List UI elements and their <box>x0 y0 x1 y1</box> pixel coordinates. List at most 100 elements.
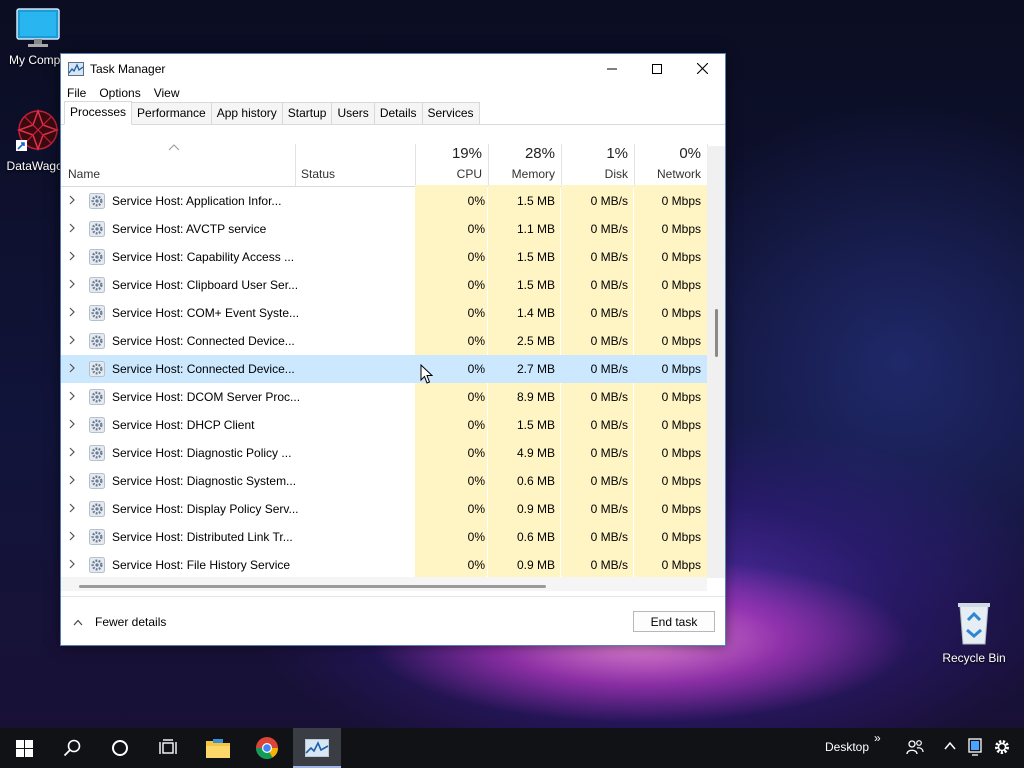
process-cpu: 0% <box>467 446 485 460</box>
menu-view[interactable]: View <box>154 86 180 100</box>
menu-options[interactable]: Options <box>99 86 140 100</box>
chevron-right-icon[interactable] <box>68 279 76 289</box>
menu-file[interactable]: File <box>67 86 86 100</box>
column-header-network[interactable]: 0% Network <box>634 144 707 186</box>
table-row[interactable]: Service Host: Capability Access ... 0% 1.5… <box>61 243 707 271</box>
tab-details[interactable]: Details <box>373 102 423 124</box>
toolbar-expand-chevron[interactable]: » <box>874 731 881 745</box>
process-name: Service Host: Connected Device... <box>112 334 295 348</box>
chevron-up-icon[interactable] <box>944 741 956 751</box>
task-manager-icon <box>305 739 329 757</box>
process-network: 0 Mbps <box>661 418 701 432</box>
process-network: 0 Mbps <box>661 446 701 460</box>
chevron-right-icon[interactable] <box>68 503 76 513</box>
service-gear-icon <box>89 501 105 517</box>
task-manager-taskbar-button[interactable] <box>293 728 341 768</box>
close-button[interactable] <box>679 54 725 83</box>
process-name: Service Host: Connected Device... <box>112 362 295 376</box>
tab-processes[interactable]: Processes <box>64 101 133 125</box>
column-header-memory[interactable]: 28% Memory <box>488 144 561 186</box>
tab-app-history[interactable]: App history <box>210 102 283 124</box>
process-disk: 0 MB/s <box>590 390 628 404</box>
start-button[interactable] <box>0 728 48 768</box>
column-label-network: Network <box>656 167 701 181</box>
task-view-button[interactable] <box>144 728 192 768</box>
process-memory: 0.9 MB <box>516 502 555 516</box>
table-row[interactable]: Service Host: Connected Device... 0% 2.5 M… <box>61 327 707 355</box>
process-disk: 0 MB/s <box>590 334 628 348</box>
horizontal-scrollbar-thumb[interactable] <box>79 585 546 588</box>
close-icon <box>696 63 708 74</box>
chevron-right-icon[interactable] <box>68 447 76 457</box>
tab-services[interactable]: Services <box>421 102 480 124</box>
tab-performance[interactable]: Performance <box>131 102 212 124</box>
chrome-button[interactable] <box>243 728 291 768</box>
chevron-right-icon[interactable] <box>68 559 76 569</box>
process-disk: 0 MB/s <box>590 306 628 320</box>
search-icon <box>63 739 81 757</box>
horizontal-scrollbar[interactable] <box>61 577 707 591</box>
tab-strip: Processes Performance App history Startu… <box>61 101 725 125</box>
minimize-button[interactable] <box>589 54 635 83</box>
table-row[interactable]: Service Host: Display Policy Serv... 0% 0.… <box>61 495 707 523</box>
vertical-scrollbar-thumb[interactable] <box>715 309 718 357</box>
chevron-right-icon[interactable] <box>68 419 76 429</box>
chevron-right-icon[interactable] <box>68 223 76 233</box>
title-bar[interactable]: Task Manager <box>61 54 725 83</box>
process-cpu: 0% <box>467 334 485 348</box>
column-header-name[interactable]: Name <box>61 144 295 186</box>
process-cpu: 0% <box>467 474 485 488</box>
chevron-right-icon[interactable] <box>68 475 76 485</box>
people-icon[interactable] <box>906 738 924 756</box>
desktop-icon-recycle-bin[interactable]: Recycle Bin <box>936 600 1012 665</box>
process-network: 0 Mbps <box>661 222 701 236</box>
table-row[interactable]: Service Host: Connected Device... 0% 2.7 M… <box>61 355 707 383</box>
file-explorer-button[interactable] <box>194 728 242 768</box>
cortana-button[interactable] <box>96 728 144 768</box>
column-header-disk[interactable]: 1% Disk <box>561 144 634 186</box>
process-memory: 1.1 MB <box>516 222 555 236</box>
chevron-right-icon[interactable] <box>68 335 76 345</box>
end-task-button[interactable]: End task <box>633 611 715 632</box>
table-row[interactable]: Service Host: File History Service 0% 0.9 … <box>61 551 707 577</box>
table-row[interactable]: Service Host: Diagnostic System... 0% 0.6 … <box>61 467 707 495</box>
column-label-memory: Memory <box>511 167 555 181</box>
search-button[interactable] <box>48 728 96 768</box>
table-row[interactable]: Service Host: COM+ Event Syste... 0% 1.4 M… <box>61 299 707 327</box>
process-cpu: 0% <box>467 278 485 292</box>
maximize-button[interactable] <box>634 54 680 83</box>
process-disk: 0 MB/s <box>590 250 628 264</box>
column-header-status[interactable]: Status <box>295 144 415 186</box>
column-header-cpu[interactable]: 19% CPU <box>415 144 488 186</box>
cpu-total-percent: 19% <box>451 145 482 162</box>
tab-users[interactable]: Users <box>331 102 375 124</box>
process-name: Service Host: Diagnostic System... <box>112 474 297 488</box>
table-row[interactable]: Service Host: Distributed Link Tr... 0% 0.… <box>61 523 707 551</box>
table-row[interactable]: Service Host: Application Infor... 0% 1.5 … <box>61 187 707 215</box>
desktop-toolbar-label[interactable]: Desktop <box>825 740 869 754</box>
gear-icon[interactable] <box>993 738 1011 756</box>
table-row[interactable]: Service Host: AVCTP service 0% 1.1 MB 0 MB/… <box>61 215 707 243</box>
table-header: Name Status 19% CPU 28% Memory 1% Disk 0… <box>61 144 725 187</box>
cortana-icon <box>112 740 128 756</box>
chevron-right-icon[interactable] <box>68 363 76 373</box>
service-gear-icon <box>89 529 105 545</box>
table-row[interactable]: Service Host: DHCP Client 0% 1.5 MB 0 MB/s 0… <box>61 411 707 439</box>
vertical-scrollbar[interactable] <box>707 146 725 578</box>
service-gear-icon <box>89 221 105 237</box>
service-gear-icon <box>89 557 105 573</box>
fewer-details-link[interactable]: Fewer details <box>73 615 166 629</box>
network-tray-icon[interactable] <box>968 738 982 756</box>
process-name: Service Host: COM+ Event Syste... <box>112 306 300 320</box>
table-row[interactable]: Service Host: DCOM Server Proc... 0% 8.9 M… <box>61 383 707 411</box>
table-row[interactable]: Service Host: Diagnostic Policy ... 0% 4.9… <box>61 439 707 467</box>
chevron-right-icon[interactable] <box>68 251 76 261</box>
chevron-right-icon[interactable] <box>68 391 76 401</box>
chevron-right-icon[interactable] <box>68 531 76 541</box>
tab-startup[interactable]: Startup <box>281 102 333 124</box>
process-network: 0 Mbps <box>661 362 701 376</box>
chevron-right-icon[interactable] <box>68 195 76 205</box>
chevron-right-icon[interactable] <box>68 307 76 317</box>
file-explorer-icon <box>206 739 230 758</box>
table-row[interactable]: Service Host: Clipboard User Ser... 0% 1.5… <box>61 271 707 299</box>
